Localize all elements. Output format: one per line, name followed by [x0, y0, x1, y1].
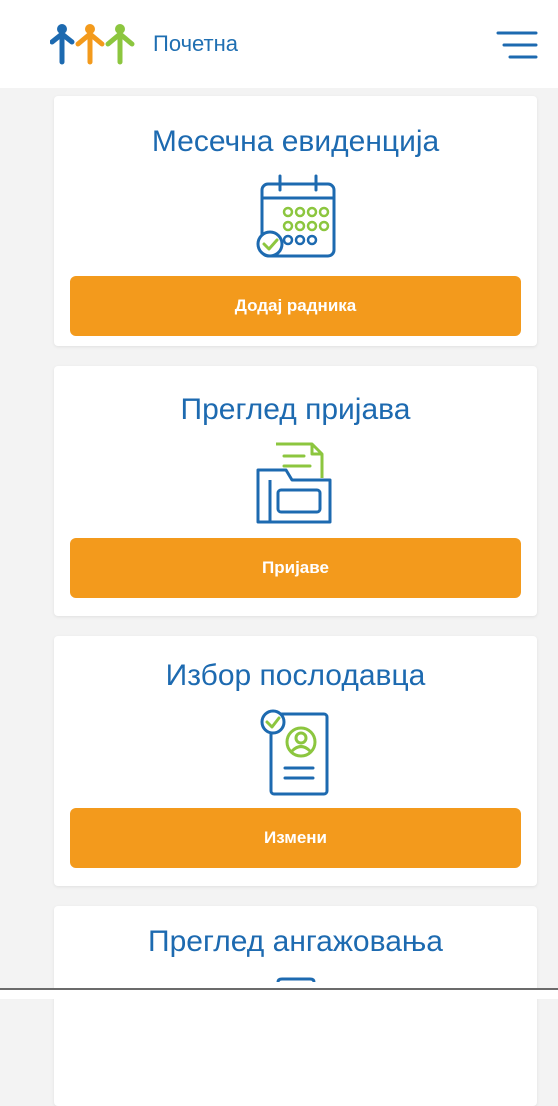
- card-title: Преглед пријава: [180, 393, 411, 426]
- card-employer-selection: Избор послодавца Измени: [54, 636, 537, 886]
- card-title: Месечна евиденција: [151, 125, 440, 158]
- change-employer-button[interactable]: Измени: [70, 808, 521, 868]
- card-engagements-review: Преглед ангажовања: [54, 906, 537, 1106]
- hamburger-icon: [496, 31, 538, 59]
- main-content: Месечна евиденција Додај радника Преглед…: [0, 88, 558, 1106]
- card-title: Избор послодавца: [165, 659, 426, 692]
- logo-people-icon: [50, 24, 135, 65]
- employer-profile-icon: [260, 709, 328, 796]
- add-worker-button[interactable]: Додај радника: [70, 276, 521, 336]
- bottom-edge: [0, 988, 558, 999]
- card-title: Преглед ангажовања: [148, 925, 443, 958]
- calendar-icon: [256, 174, 335, 258]
- folder-document-icon: [256, 442, 331, 524]
- card-monthly-records: Месечна евиденција Додај радника: [54, 96, 537, 346]
- applications-button[interactable]: Пријаве: [70, 538, 521, 598]
- page-title: Почетна: [153, 31, 238, 56]
- card-applications-review: Преглед пријава Пријаве: [54, 366, 537, 616]
- app-header: Почетна: [0, 0, 558, 88]
- hamburger-menu-button[interactable]: [496, 28, 538, 62]
